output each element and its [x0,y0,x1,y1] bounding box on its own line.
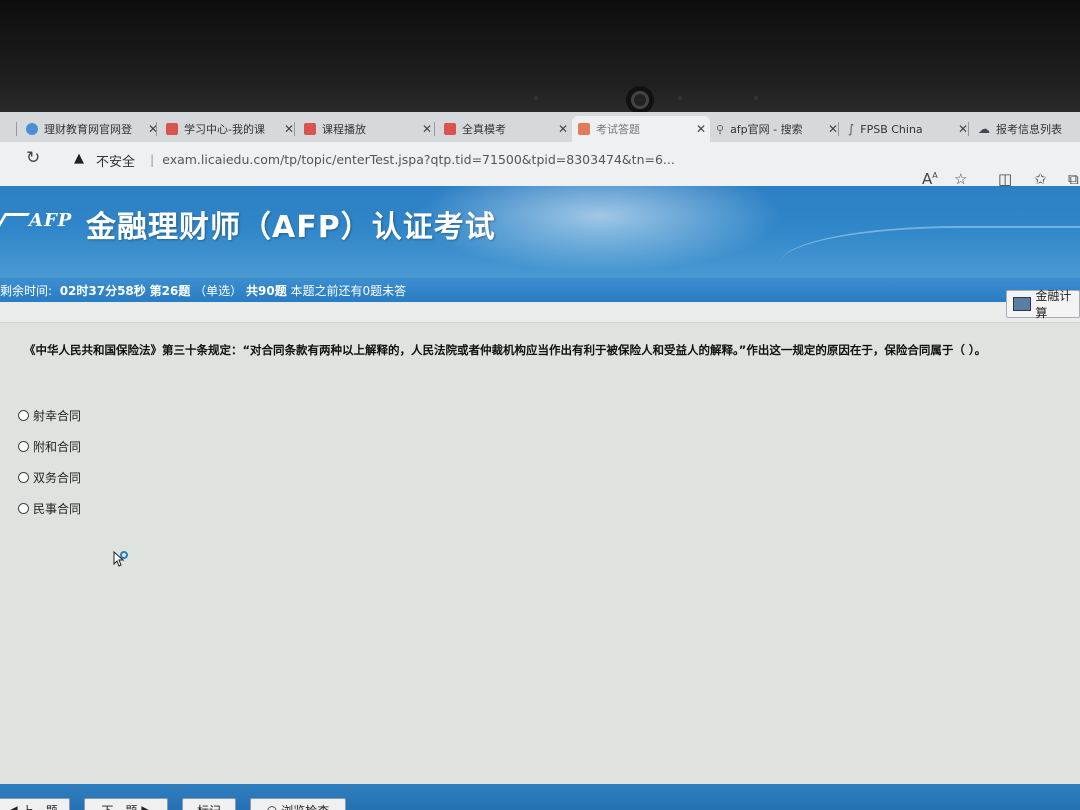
review-icon: ○ [266,803,278,810]
site-favicon-icon [304,123,316,135]
tab-separator [838,122,839,136]
review-button[interactable]: ○ 浏览检查 [250,798,346,810]
question-number: 第26题 [149,283,191,298]
tab-partial[interactable] [0,116,20,142]
tab-fpsb-china[interactable]: ∫ FPSB China ✕ [842,116,972,142]
option-label: 民事合同 [33,502,82,516]
tab-separator [16,122,17,136]
option-label: 双务合同 [33,471,82,485]
tab-strip: 理财教育网官网登 ✕ 学习中心-我的课 ✕ 课程播放 ✕ 全真模考 ✕ 考试答题… [0,112,1080,143]
arrow-left-icon: ◀ [8,803,18,810]
option-label: 射幸合同 [33,409,82,423]
bezel-dot [534,96,538,100]
close-icon[interactable]: ✕ [284,122,294,136]
laptop-bezel [0,0,1080,114]
url-field[interactable]: | exam.licaiedu.com/tp/topic/enterTest.js… [150,152,675,167]
tab-label: 考试答题 [596,123,640,136]
remaining-time: 02时37分58秒 [59,283,146,298]
tab-label: FPSB China [860,122,923,136]
next-label: 下一题 [101,802,137,810]
mouse-cursor-icon [113,550,128,567]
status-subbar [0,302,1080,323]
tab-exam-answer[interactable]: 考试答题 ✕ [572,116,710,142]
arrow-right-icon: ▶ [141,803,151,810]
option-label: 附和合同 [33,440,82,454]
site-favicon-icon [444,123,456,135]
tab-label: 全真模考 [462,123,506,136]
tab-course-playback[interactable]: 课程播放 ✕ [298,116,436,142]
mark-button[interactable]: 标记 [182,798,236,810]
page-header: AFP 金融理财师（AFP）认证考试 [0,186,1080,278]
radio-button[interactable] [18,503,29,514]
option-c[interactable]: 双务合同 [18,462,81,493]
close-icon[interactable]: ✕ [558,122,568,136]
remaining-time-label: 剩余时间: [0,283,53,298]
logo-swoosh-icon [0,212,30,230]
tab-label: 学习中心-我的课 [184,123,265,136]
next-question-button[interactable]: 下一题 ▶ [84,798,168,810]
tab-separator [968,122,969,136]
security-label[interactable]: 不安全 [96,151,135,170]
url-text: exam.licaiedu.com/tp/topic/enterTest.jsp… [162,152,675,167]
site-favicon-icon [26,123,38,135]
site-favicon-icon [578,123,590,135]
close-icon[interactable]: ✕ [958,122,968,136]
logo-text: AFP [29,210,73,231]
mark-label: 标记 [197,802,221,810]
afp-logo: AFP [0,210,72,231]
tab-separator [294,122,295,136]
tab-licaiedu-home[interactable]: 理财教育网官网登 ✕ [20,116,162,142]
tab-label: afp官网 - 搜索 [730,123,803,136]
radio-button[interactable] [18,441,29,452]
bezel-dot [754,96,758,100]
close-icon[interactable]: ✕ [422,122,432,136]
url-divider: | [150,152,155,167]
bezel-dot [678,96,682,100]
radio-button[interactable] [18,472,29,483]
search-icon: ⚲ [716,122,725,136]
option-a[interactable]: 射幸合同 [18,400,81,431]
answer-options: 射幸合同 附和合同 双务合同 民事合同 [18,400,81,524]
tab-learning-center[interactable]: 学习中心-我的课 ✕ [160,116,298,142]
tab-separator [156,122,157,136]
option-d[interactable]: 民事合同 [18,493,81,524]
financial-calculator-button[interactable]: 金融计算 [1006,289,1080,320]
unanswered-count: 本题之前还有0题未答 [290,283,407,298]
question-type: （单选） [194,283,243,298]
close-icon[interactable]: ✕ [828,122,838,136]
warning-icon[interactable]: ▲ [74,151,84,166]
option-b[interactable]: 附和合同 [18,431,81,462]
tab-mock-exam[interactable]: 全真模考 ✕ [438,116,572,142]
webcam-icon [626,86,654,114]
prev-question-button[interactable]: ◀ 上一题 [0,798,70,810]
fpsb-favicon-icon: ∫ [848,122,855,136]
calculator-label: 金融计算 [1035,289,1072,320]
screen: 理财教育网官网登 ✕ 学习中心-我的课 ✕ 课程播放 ✕ 全真模考 ✕ 考试答题… [0,112,1080,810]
tab-afp-search[interactable]: ⚲ afp官网 - 搜索 ✕ [710,116,842,142]
prev-label: 上一题 [22,802,58,810]
close-icon[interactable]: ✕ [696,122,706,136]
site-favicon-icon [166,123,178,135]
total-questions: 共90题 [246,283,287,298]
calculator-icon [1013,297,1032,311]
radio-button[interactable] [18,410,29,421]
tab-label: 理财教育网官网登 [44,123,132,136]
exam-status-bar: 剩余时间: 02时37分58秒 第26题 （单选） 共90题 本题之前还有0题未… [0,278,1080,302]
tab-label: 课程播放 [322,123,366,136]
question-text: 《中华人民共和国保险法》第三十条规定：“对合同条款有两种以上解释的，人民法院或者… [24,343,987,357]
page-title: 金融理财师（AFP）认证考试 [86,210,496,245]
address-bar: ↻ ▲ 不安全 | exam.licaiedu.com/tp/topic/ente… [0,142,1080,188]
tab-label: 报考信息列表 [996,123,1062,136]
reload-icon[interactable]: ↻ [26,148,40,168]
review-label: 浏览检查 [281,802,329,810]
tab-registration-list[interactable]: ☁ 报考信息列表 [972,116,1080,142]
tab-separator [434,122,435,136]
cloud-favicon-icon: ☁ [978,122,990,136]
